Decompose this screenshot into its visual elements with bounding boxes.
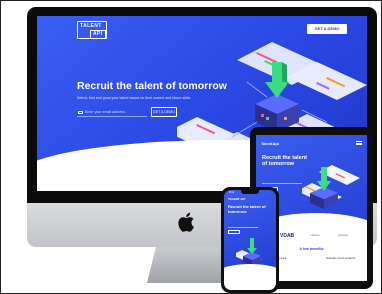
feature-right: Redesign current workforce (326, 257, 356, 260)
iphone-email-input[interactable] (228, 224, 258, 228)
iphone-logo[interactable]: TALENT API (228, 197, 245, 201)
status-time: 9:41 (229, 191, 235, 194)
apple-logo-icon (178, 212, 194, 232)
ipad-logo[interactable]: TalentApi (261, 141, 279, 146)
iphone-hero-title: Recruit the talent of tomorrow (228, 204, 266, 214)
partner-logo: partner (338, 233, 349, 237)
iphone-wave-divider (224, 264, 276, 290)
iphone-screen: 9:41 TALENT API Recruit the talent of to… (224, 190, 276, 290)
partner-logo: VDAB (280, 233, 295, 239)
partner-logo: Liantis (310, 233, 320, 237)
iphone-hero-subtitle (228, 216, 268, 222)
menu-icon[interactable] (356, 141, 362, 145)
ipad-email-input[interactable] (262, 179, 302, 184)
hero-subtitle: Select, find and grow your talent based … (77, 96, 191, 100)
device-mockup-canvas: TALENT API GET A DEMO Recruit the talent… (0, 0, 382, 294)
email-input[interactable]: Enter your email address (77, 108, 147, 117)
hero-title: Recruit the talent of tomorrow (77, 80, 227, 92)
iphone-notch (241, 190, 259, 194)
talent-api-logo[interactable]: TALENT API (77, 21, 107, 39)
hero-demo-button[interactable]: GET A DEMO (151, 107, 177, 117)
iphone-device: 9:41 TALENT API Recruit the talent of to… (221, 187, 279, 293)
